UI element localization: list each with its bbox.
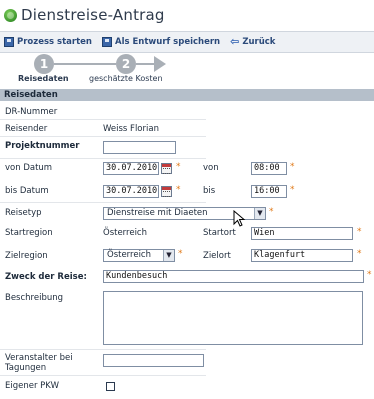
travel-type-label: Reisetyp: [5, 208, 42, 218]
back-arrow-icon: ⇦: [230, 35, 240, 48]
target-place-input[interactable]: Klagenfurt: [251, 249, 353, 262]
save-icon: [4, 37, 14, 47]
step-connector: [136, 63, 154, 65]
save-draft-button[interactable]: Als Entwurf speichern: [101, 37, 221, 47]
next-step-arrow-icon: [154, 56, 166, 72]
project-number-label: Projektnummer: [5, 141, 80, 151]
wizard-steps: 1 2 Reisedaten geschätzte Kosten: [0, 52, 374, 88]
target-region-select[interactable]: Österreich ▼: [103, 249, 175, 262]
from-time-label: von: [203, 163, 219, 173]
step-1-circle[interactable]: 1: [34, 54, 54, 74]
row-divider: [0, 202, 206, 203]
row-divider: [0, 119, 206, 120]
target-place-label: Zielort: [203, 251, 231, 261]
required-marker: *: [176, 185, 181, 195]
purpose-label: Zweck der Reise:: [5, 272, 87, 282]
target-region-value: Österreich: [107, 250, 151, 260]
step-2-circle[interactable]: 2: [116, 54, 136, 74]
save-icon: [101, 37, 112, 47]
own-car-label: Eigener PKW: [5, 381, 59, 391]
back-button[interactable]: ⇦ Zurück: [230, 35, 276, 48]
step-2-label: geschätzte Kosten: [89, 74, 163, 83]
organizer-label: Veranstalter bei Tagungen: [5, 353, 73, 373]
chevron-down-icon: ▼: [254, 208, 265, 219]
row-divider: [0, 375, 206, 376]
required-marker: *: [290, 185, 295, 195]
required-marker: *: [176, 162, 181, 172]
own-car-checkbox[interactable]: [106, 382, 115, 391]
start-process-label: Prozess starten: [17, 37, 92, 47]
start-region-value: Österreich: [103, 228, 147, 238]
step-1-label: Reisedaten: [18, 74, 69, 83]
from-time-input[interactable]: 08:00: [251, 162, 287, 175]
to-date-label: bis Datum: [5, 186, 49, 196]
page-title: Dienstreise-Antrag: [21, 6, 165, 24]
organizer-input[interactable]: [103, 354, 204, 367]
project-number-input[interactable]: [103, 141, 176, 154]
to-date-input[interactable]: 30.07.2010: [103, 185, 159, 198]
dr-number-label: DR-Nummer: [5, 107, 58, 117]
start-place-label: Startort: [203, 228, 236, 238]
target-region-label: Zielregion: [5, 251, 48, 261]
section-header-reisedaten: Reisedaten: [0, 89, 374, 101]
start-process-button[interactable]: Prozess starten: [4, 37, 92, 47]
row-divider: [0, 349, 206, 350]
travel-type-value: Dienstreise mit Diaeten: [107, 208, 208, 218]
chevron-down-icon: ▼: [163, 250, 174, 261]
required-marker: *: [178, 249, 183, 259]
app-logo-icon: [4, 8, 17, 22]
required-marker: *: [269, 207, 274, 217]
row-divider: [0, 136, 206, 137]
calendar-icon[interactable]: [161, 186, 172, 197]
required-marker: *: [367, 270, 372, 280]
description-textarea[interactable]: [103, 291, 363, 345]
toolbar: Prozess starten Als Entwurf speichern ⇦ …: [0, 31, 374, 53]
start-place-input[interactable]: Wien: [251, 227, 353, 240]
to-time-label: bis: [203, 186, 216, 196]
to-time-input[interactable]: 16:00: [251, 185, 287, 198]
calendar-icon[interactable]: [161, 163, 172, 174]
mouse-cursor-icon: [233, 210, 246, 227]
start-region-label: Startregion: [5, 228, 53, 238]
traveler-label: Reisender: [5, 124, 48, 134]
title-bar: Dienstreise-Antrag: [0, 0, 374, 30]
back-label: Zurück: [242, 37, 276, 47]
from-date-label: von Datum: [5, 163, 53, 173]
required-marker: *: [357, 249, 362, 259]
required-marker: *: [357, 227, 362, 237]
step-connector: [54, 63, 116, 65]
traveler-value: Weiss Florian: [103, 124, 159, 134]
purpose-input[interactable]: Kundenbesuch: [103, 270, 364, 283]
save-draft-label: Als Entwurf speichern: [114, 37, 221, 47]
from-date-input[interactable]: 30.07.2010: [103, 162, 159, 175]
description-label: Beschreibung: [5, 293, 64, 303]
required-marker: *: [290, 162, 295, 172]
row-divider: [0, 158, 206, 159]
